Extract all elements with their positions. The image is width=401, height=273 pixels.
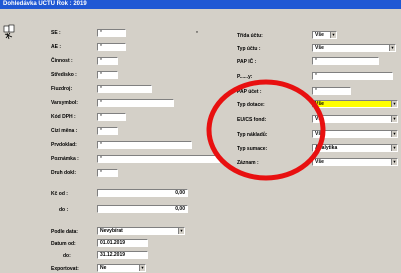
annotation-ellipse — [206, 79, 326, 181]
